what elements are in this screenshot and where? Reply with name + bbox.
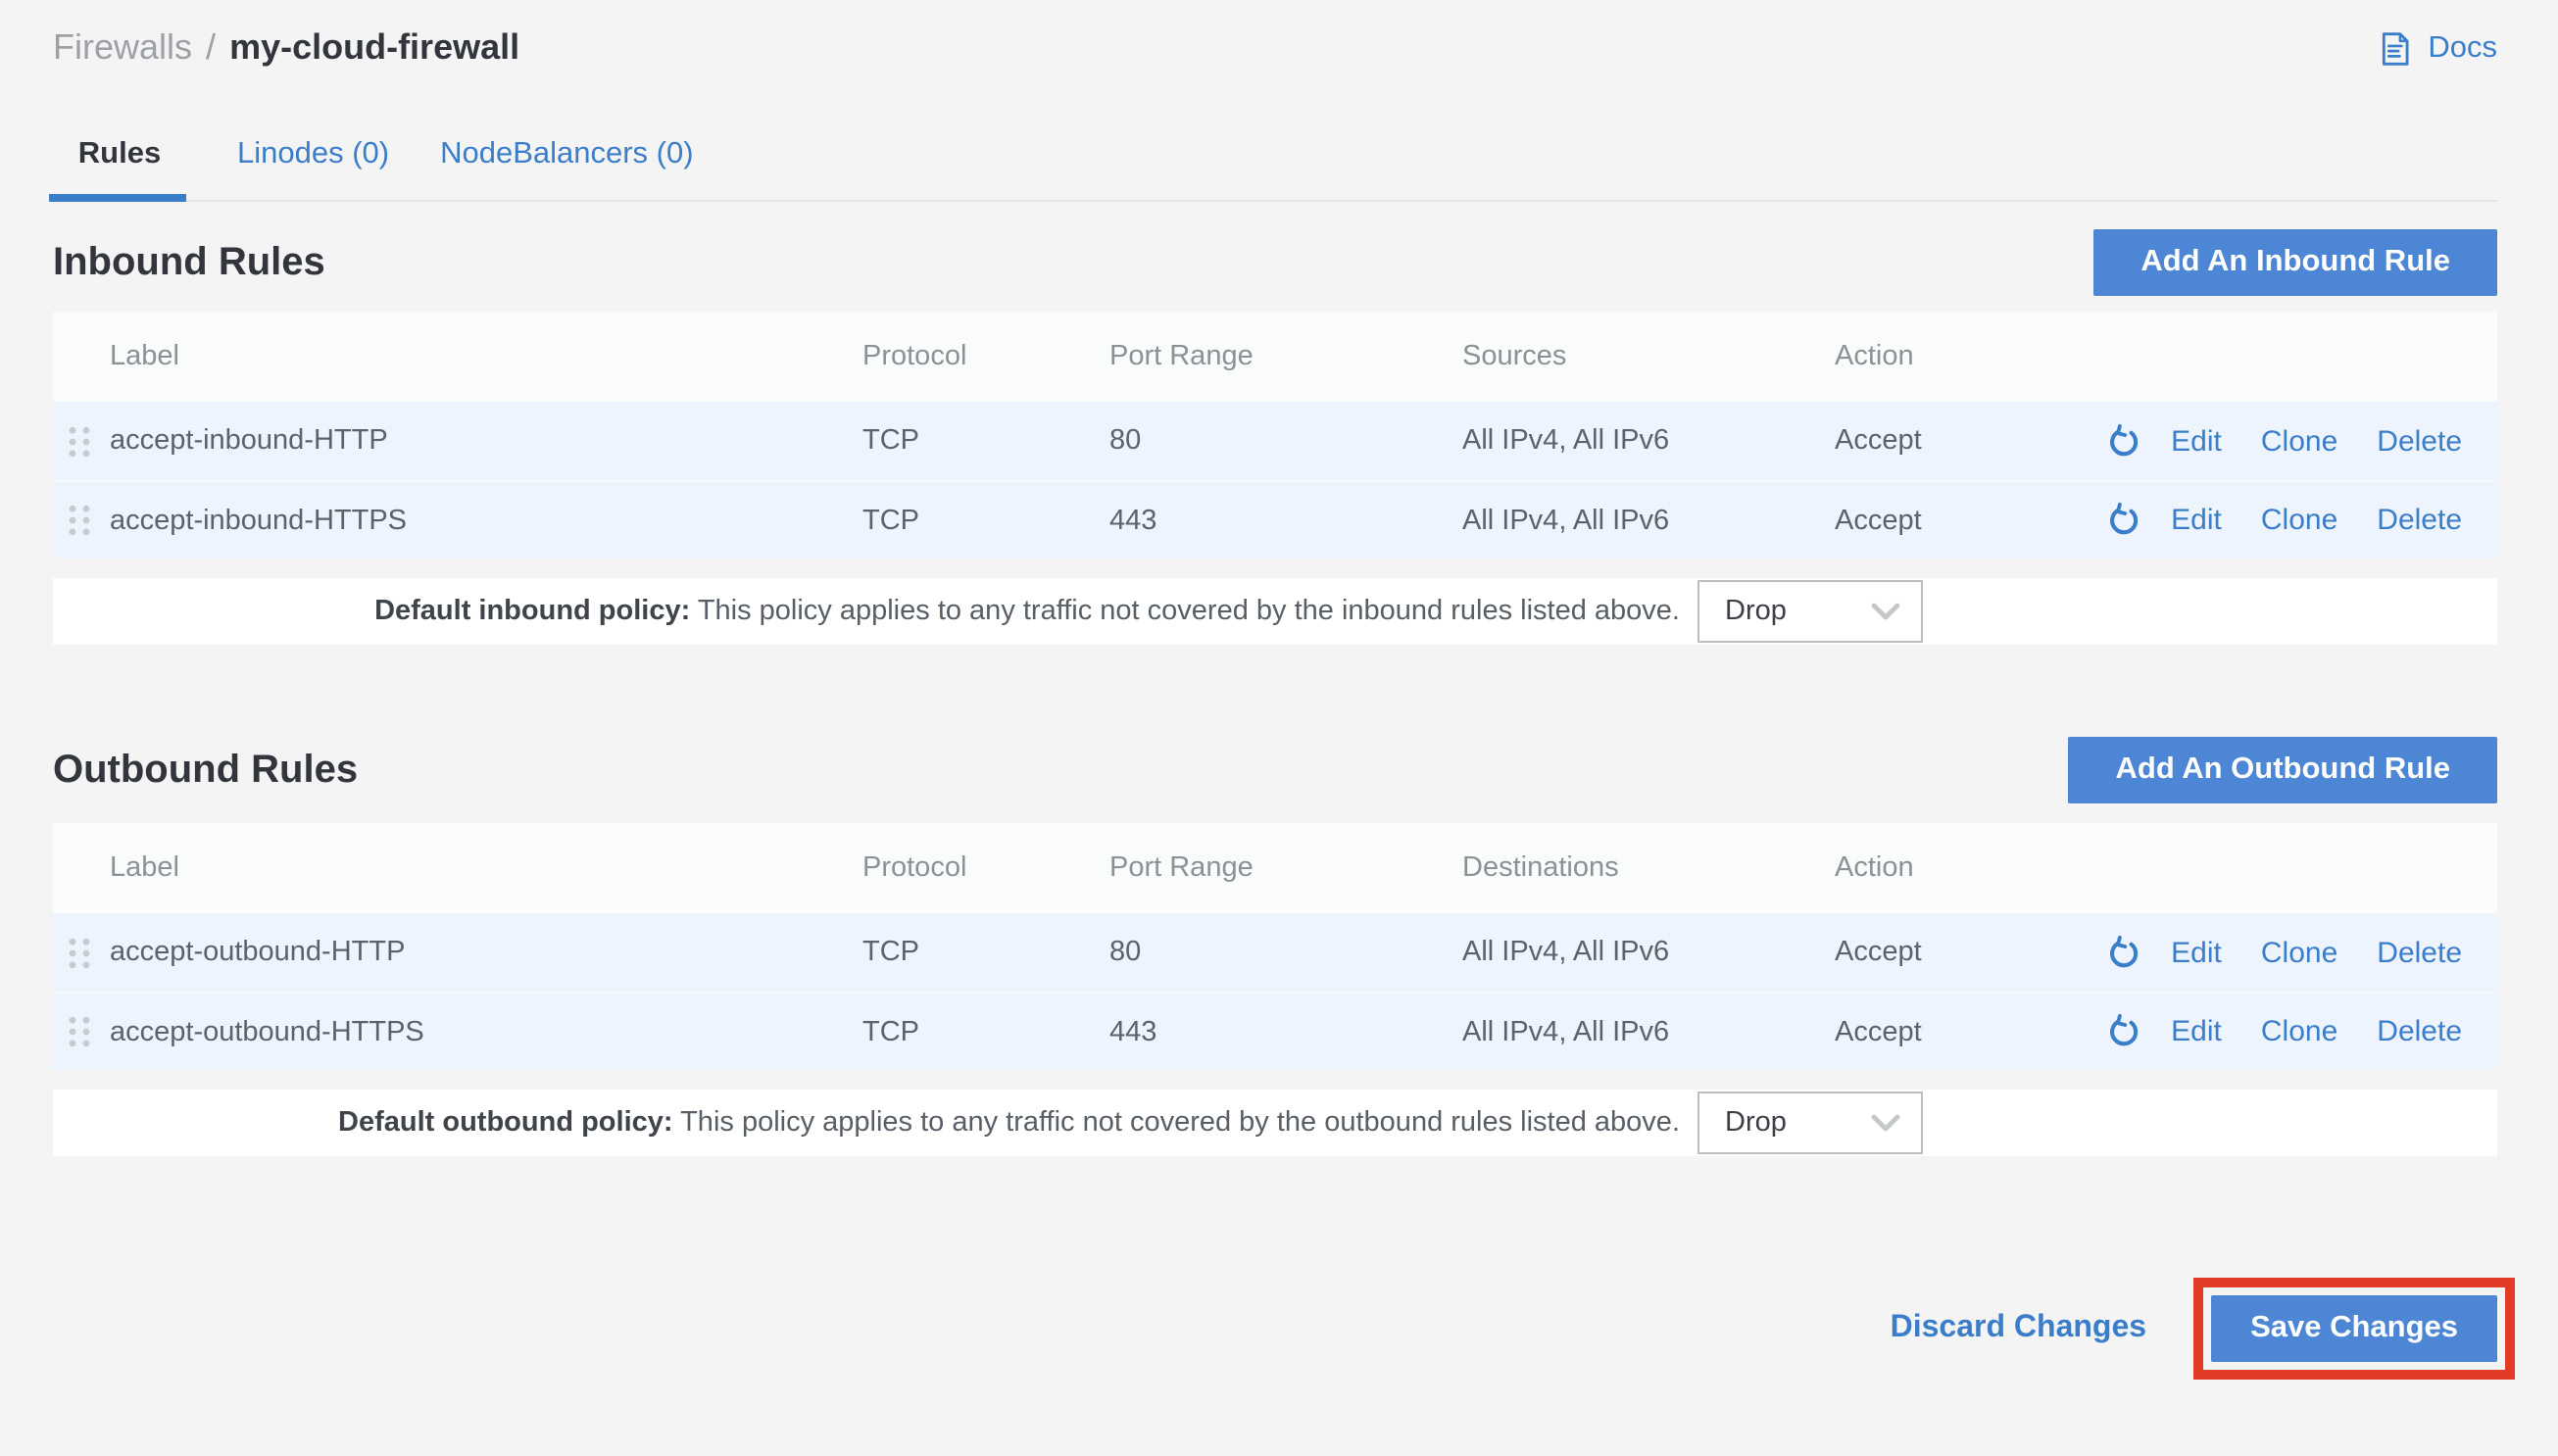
drag-handle-icon[interactable] [53, 504, 110, 537]
inbound-table-header: Label Protocol Port Range Sources Action [53, 312, 2497, 402]
rule-action: Accept [1835, 1016, 2050, 1047]
clone-link[interactable]: Clone [2261, 504, 2337, 537]
rule-action: Accept [1835, 937, 2050, 968]
inbound-policy-text: Default inbound policy: This policy appl… [374, 596, 1680, 627]
outbound-default-policy-row: Default outbound policy: This policy app… [53, 1090, 2497, 1156]
rule-destinations: All IPv4, All IPv6 [1462, 1016, 1835, 1047]
edit-link[interactable]: Edit [2171, 424, 2222, 458]
rule-action: Accept [1835, 505, 2050, 536]
rule-label: accept-inbound-HTTPS [110, 505, 862, 536]
inbound-policy-value: Drop [1725, 596, 1787, 627]
inbound-rules-table: Label Protocol Port Range Sources Action… [53, 312, 2497, 558]
outbound-table-header: Label Protocol Port Range Destinations A… [53, 823, 2497, 913]
breadcrumb-firewalls-link[interactable]: Firewalls [53, 27, 192, 69]
breadcrumb-current-firewall: my-cloud-firewall [229, 27, 519, 69]
form-actions: Discard Changes Save Changes [53, 1278, 2515, 1380]
inbound-section-header: Inbound Rules Add An Inbound Rule [53, 229, 2497, 296]
clone-link[interactable]: Clone [2261, 424, 2337, 458]
save-button-highlight-annotation: Save Changes [2193, 1278, 2515, 1380]
col-destinations: Destinations [1462, 852, 1835, 884]
inbound-rules-title: Inbound Rules [53, 240, 325, 285]
chevron-down-icon [1870, 602, 1901, 621]
undo-icon[interactable] [2104, 934, 2141, 971]
col-port-range: Port Range [1109, 341, 1462, 372]
outbound-policy-value: Drop [1725, 1107, 1787, 1139]
rule-protocol: TCP [862, 1016, 1109, 1047]
tab-bar: Rules Linodes (0) NodeBalancers (0) [53, 135, 2497, 202]
outbound-policy-text: Default outbound policy: This policy app… [338, 1107, 1680, 1139]
table-row: accept-outbound-HTTP TCP 80 All IPv4, Al… [53, 913, 2497, 992]
col-label: Label [110, 341, 862, 372]
edit-link[interactable]: Edit [2171, 1015, 2222, 1048]
rule-sources: All IPv4, All IPv6 [1462, 505, 1835, 536]
inbound-policy-select[interactable]: Drop [1697, 580, 1923, 643]
col-label: Label [110, 852, 862, 884]
tab-linodes[interactable]: Linodes (0) [237, 136, 389, 171]
col-port-range: Port Range [1109, 852, 1462, 884]
rule-label: accept-outbound-HTTPS [110, 1016, 862, 1047]
chevron-down-icon [1870, 1113, 1901, 1133]
inbound-default-policy-row: Default inbound policy: This policy appl… [53, 578, 2497, 645]
drag-handle-icon[interactable] [53, 424, 110, 458]
save-changes-button[interactable]: Save Changes [2211, 1295, 2497, 1362]
delete-link[interactable]: Delete [2377, 1015, 2462, 1048]
active-tab-indicator [49, 194, 186, 202]
breadcrumb-separator: / [206, 27, 216, 69]
docs-link[interactable]: Docs [2377, 30, 2497, 66]
tab-divider [53, 194, 2497, 202]
firewall-rules-page: Firewalls / my-cloud-firewall Docs Rules… [0, 25, 2558, 1456]
add-inbound-rule-button[interactable]: Add An Inbound Rule [2093, 229, 2497, 296]
clone-link[interactable]: Clone [2261, 936, 2337, 969]
tab-rules[interactable]: Rules [53, 136, 186, 171]
drag-handle-icon[interactable] [53, 1015, 110, 1048]
undo-icon[interactable] [2104, 502, 2141, 539]
tab-nodebalancers[interactable]: NodeBalancers (0) [440, 136, 693, 171]
topbar: Firewalls / my-cloud-firewall Docs [53, 25, 2497, 71]
outbound-rules-title: Outbound Rules [53, 748, 358, 793]
delete-link[interactable]: Delete [2377, 936, 2462, 969]
col-action: Action [1835, 341, 2050, 372]
rule-protocol: TCP [862, 505, 1109, 536]
rule-protocol: TCP [862, 425, 1109, 457]
table-row: accept-inbound-HTTPS TCP 443 All IPv4, A… [53, 480, 2497, 558]
outbound-section-header: Outbound Rules Add An Outbound Rule [53, 737, 2497, 803]
rule-port: 443 [1109, 1016, 1462, 1047]
table-row: accept-outbound-HTTPS TCP 443 All IPv4, … [53, 992, 2497, 1070]
breadcrumb: Firewalls / my-cloud-firewall [53, 27, 519, 69]
docs-label: Docs [2428, 30, 2497, 66]
outbound-policy-select[interactable]: Drop [1697, 1092, 1923, 1154]
rule-destinations: All IPv4, All IPv6 [1462, 937, 1835, 968]
rule-port: 80 [1109, 937, 1462, 968]
edit-link[interactable]: Edit [2171, 504, 2222, 537]
edit-link[interactable]: Edit [2171, 936, 2222, 969]
discard-changes-link[interactable]: Discard Changes [1891, 1311, 2146, 1346]
delete-link[interactable]: Delete [2377, 424, 2462, 458]
undo-icon[interactable] [2104, 1013, 2141, 1050]
table-row: accept-inbound-HTTP TCP 80 All IPv4, All… [53, 402, 2497, 480]
col-action: Action [1835, 852, 2050, 884]
docs-icon [2377, 30, 2412, 66]
add-outbound-rule-button[interactable]: Add An Outbound Rule [2069, 737, 2498, 803]
rule-protocol: TCP [862, 937, 1109, 968]
undo-icon[interactable] [2104, 422, 2141, 460]
rule-label: accept-outbound-HTTP [110, 937, 862, 968]
col-protocol: Protocol [862, 341, 1109, 372]
col-sources: Sources [1462, 341, 1835, 372]
col-protocol: Protocol [862, 852, 1109, 884]
rule-label: accept-inbound-HTTP [110, 425, 862, 457]
clone-link[interactable]: Clone [2261, 1015, 2337, 1048]
rule-sources: All IPv4, All IPv6 [1462, 425, 1835, 457]
drag-handle-icon[interactable] [53, 936, 110, 969]
rule-port: 80 [1109, 425, 1462, 457]
delete-link[interactable]: Delete [2377, 504, 2462, 537]
rule-action: Accept [1835, 425, 2050, 457]
outbound-rules-table: Label Protocol Port Range Destinations A… [53, 823, 2497, 1070]
rule-port: 443 [1109, 505, 1462, 536]
